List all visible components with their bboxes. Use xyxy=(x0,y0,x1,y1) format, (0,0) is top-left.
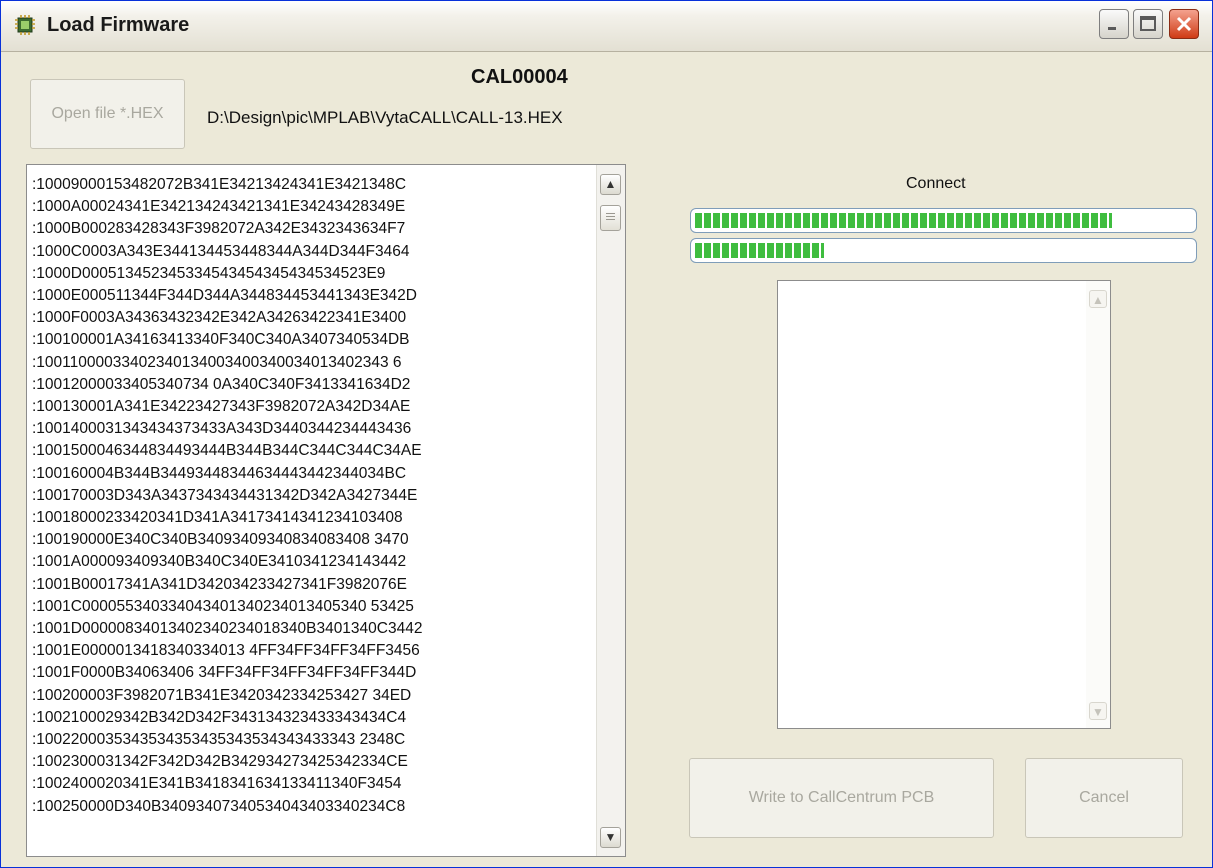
log-scroll-down-button[interactable]: ▼ xyxy=(1089,702,1107,720)
minimize-icon xyxy=(1108,27,1116,30)
status-log-box[interactable]: ▲ ▼ xyxy=(777,280,1111,729)
progress-fill-block xyxy=(695,243,824,258)
hex-scrollbar[interactable]: ▲ ▼ xyxy=(596,165,625,856)
hex-line[interactable]: :1002200035343534353435343534343433343 2… xyxy=(32,729,592,751)
device-name: CAL00004 xyxy=(471,66,568,88)
file-path: D:\Design\pic\MPLAB\VytaCALL\CALL-13.HEX xyxy=(207,108,563,127)
close-icon xyxy=(1176,16,1192,32)
hex-line[interactable]: :100200003F3982071B341E3420342334253427 … xyxy=(32,685,592,707)
log-scrollbar[interactable]: ▲ ▼ xyxy=(1086,281,1110,728)
hex-line[interactable]: :1001D00000834013402340234018340B3401340… xyxy=(32,618,592,640)
hex-line[interactable]: :1000B000283428343F3982072A342E343234363… xyxy=(32,218,592,240)
hex-line[interactable]: :1000D000513452345334543454345434534523E… xyxy=(32,263,592,285)
chip-icon xyxy=(15,15,35,35)
hex-line[interactable]: :100160004B344B3449344834463444344234403… xyxy=(32,463,592,485)
open-file-button[interactable]: Open file *.HEX xyxy=(30,79,185,149)
maximize-icon xyxy=(1140,16,1156,31)
load-firmware-window: Load Firmware Open file *.HEX CAL00004 D… xyxy=(0,0,1213,868)
hex-line[interactable]: :1001C000055340334043401340234013405340 … xyxy=(32,596,592,618)
hex-line[interactable]: :100100001A34163413340F340C340A340734053… xyxy=(32,329,592,351)
hex-line[interactable]: :1000E000511344F344D344A344834453441343E… xyxy=(32,285,592,307)
hex-line[interactable]: :1001E0000013418340334013 4FF34FF34FF34F… xyxy=(32,640,592,662)
hex-line[interactable]: :100170003D343A3437343434431342D342A3427… xyxy=(32,485,592,507)
hex-line[interactable]: :1000A00024341E342134243421341E342434283… xyxy=(32,196,592,218)
write-to-pcb-button[interactable]: Write to CallCentrum PCB xyxy=(689,758,994,838)
scroll-thumb[interactable] xyxy=(600,205,621,231)
dialog-content: Open file *.HEX CAL00004 D:\Design\pic\M… xyxy=(9,52,1204,862)
hex-line[interactable]: :10018000233420341D341A34173414341234103… xyxy=(32,507,592,529)
hex-line[interactable]: :1001500046344834493444B344B344C344C344C… xyxy=(32,440,592,462)
hex-line[interactable]: :10012000033405340734 0A340C340F34133416… xyxy=(32,374,592,396)
hex-line[interactable]: :1002300031342F342D342B34293427342534233… xyxy=(32,751,592,773)
hex-line[interactable]: :100190000E340C340B34093409340834083408 … xyxy=(32,529,592,551)
scroll-up-button[interactable]: ▲ xyxy=(600,174,621,195)
progress-fill-total xyxy=(695,213,1112,228)
hex-line[interactable]: :1001A000093409340B340C340E3410341234143… xyxy=(32,551,592,573)
hex-line[interactable]: :1000F0003A34363432342E342A34263422341E3… xyxy=(32,307,592,329)
hex-line[interactable]: :1001F0000B34063406 34FF34FF34FF34FF34FF… xyxy=(32,662,592,684)
title-bar[interactable]: Load Firmware xyxy=(1,1,1212,52)
hex-line[interactable]: :10009000153482072B341E34213424341E34213… xyxy=(32,174,592,196)
progress-bar-total xyxy=(690,208,1197,233)
connect-label: Connect xyxy=(906,175,966,192)
window-title: Load Firmware xyxy=(47,14,190,36)
progress-bar-block xyxy=(690,238,1197,263)
maximize-button[interactable] xyxy=(1133,9,1163,39)
hex-file-listbox[interactable]: :10009000153482072B341E34213424341E34213… xyxy=(26,164,626,857)
hex-line[interactable]: :1002400020341E341B3418341634133411340F3… xyxy=(32,773,592,795)
hex-line[interactable]: :1001B00017341A341D342034233427341F39820… xyxy=(32,574,592,596)
scroll-down-button[interactable]: ▼ xyxy=(600,827,621,848)
close-button[interactable] xyxy=(1169,9,1199,39)
hex-line[interactable]: :100250000D340B3409340734053404340334023… xyxy=(32,796,592,818)
cancel-button[interactable]: Cancel xyxy=(1025,758,1183,838)
hex-lines: :10009000153482072B341E34213424341E34213… xyxy=(32,174,592,818)
log-scroll-up-button[interactable]: ▲ xyxy=(1089,290,1107,308)
hex-line[interactable]: :1001400031343434373433A343D344034423444… xyxy=(32,418,592,440)
hex-line[interactable]: :1000C0003A343E344134453448344A344D344F3… xyxy=(32,241,592,263)
minimize-button[interactable] xyxy=(1099,9,1129,39)
hex-line[interactable]: :1002100029342B342D342F34313432343334343… xyxy=(32,707,592,729)
hex-line[interactable]: :100130001A341E34223427343F3982072A342D3… xyxy=(32,396,592,418)
hex-line[interactable]: :100110000334023401340034003400340134023… xyxy=(32,352,592,374)
